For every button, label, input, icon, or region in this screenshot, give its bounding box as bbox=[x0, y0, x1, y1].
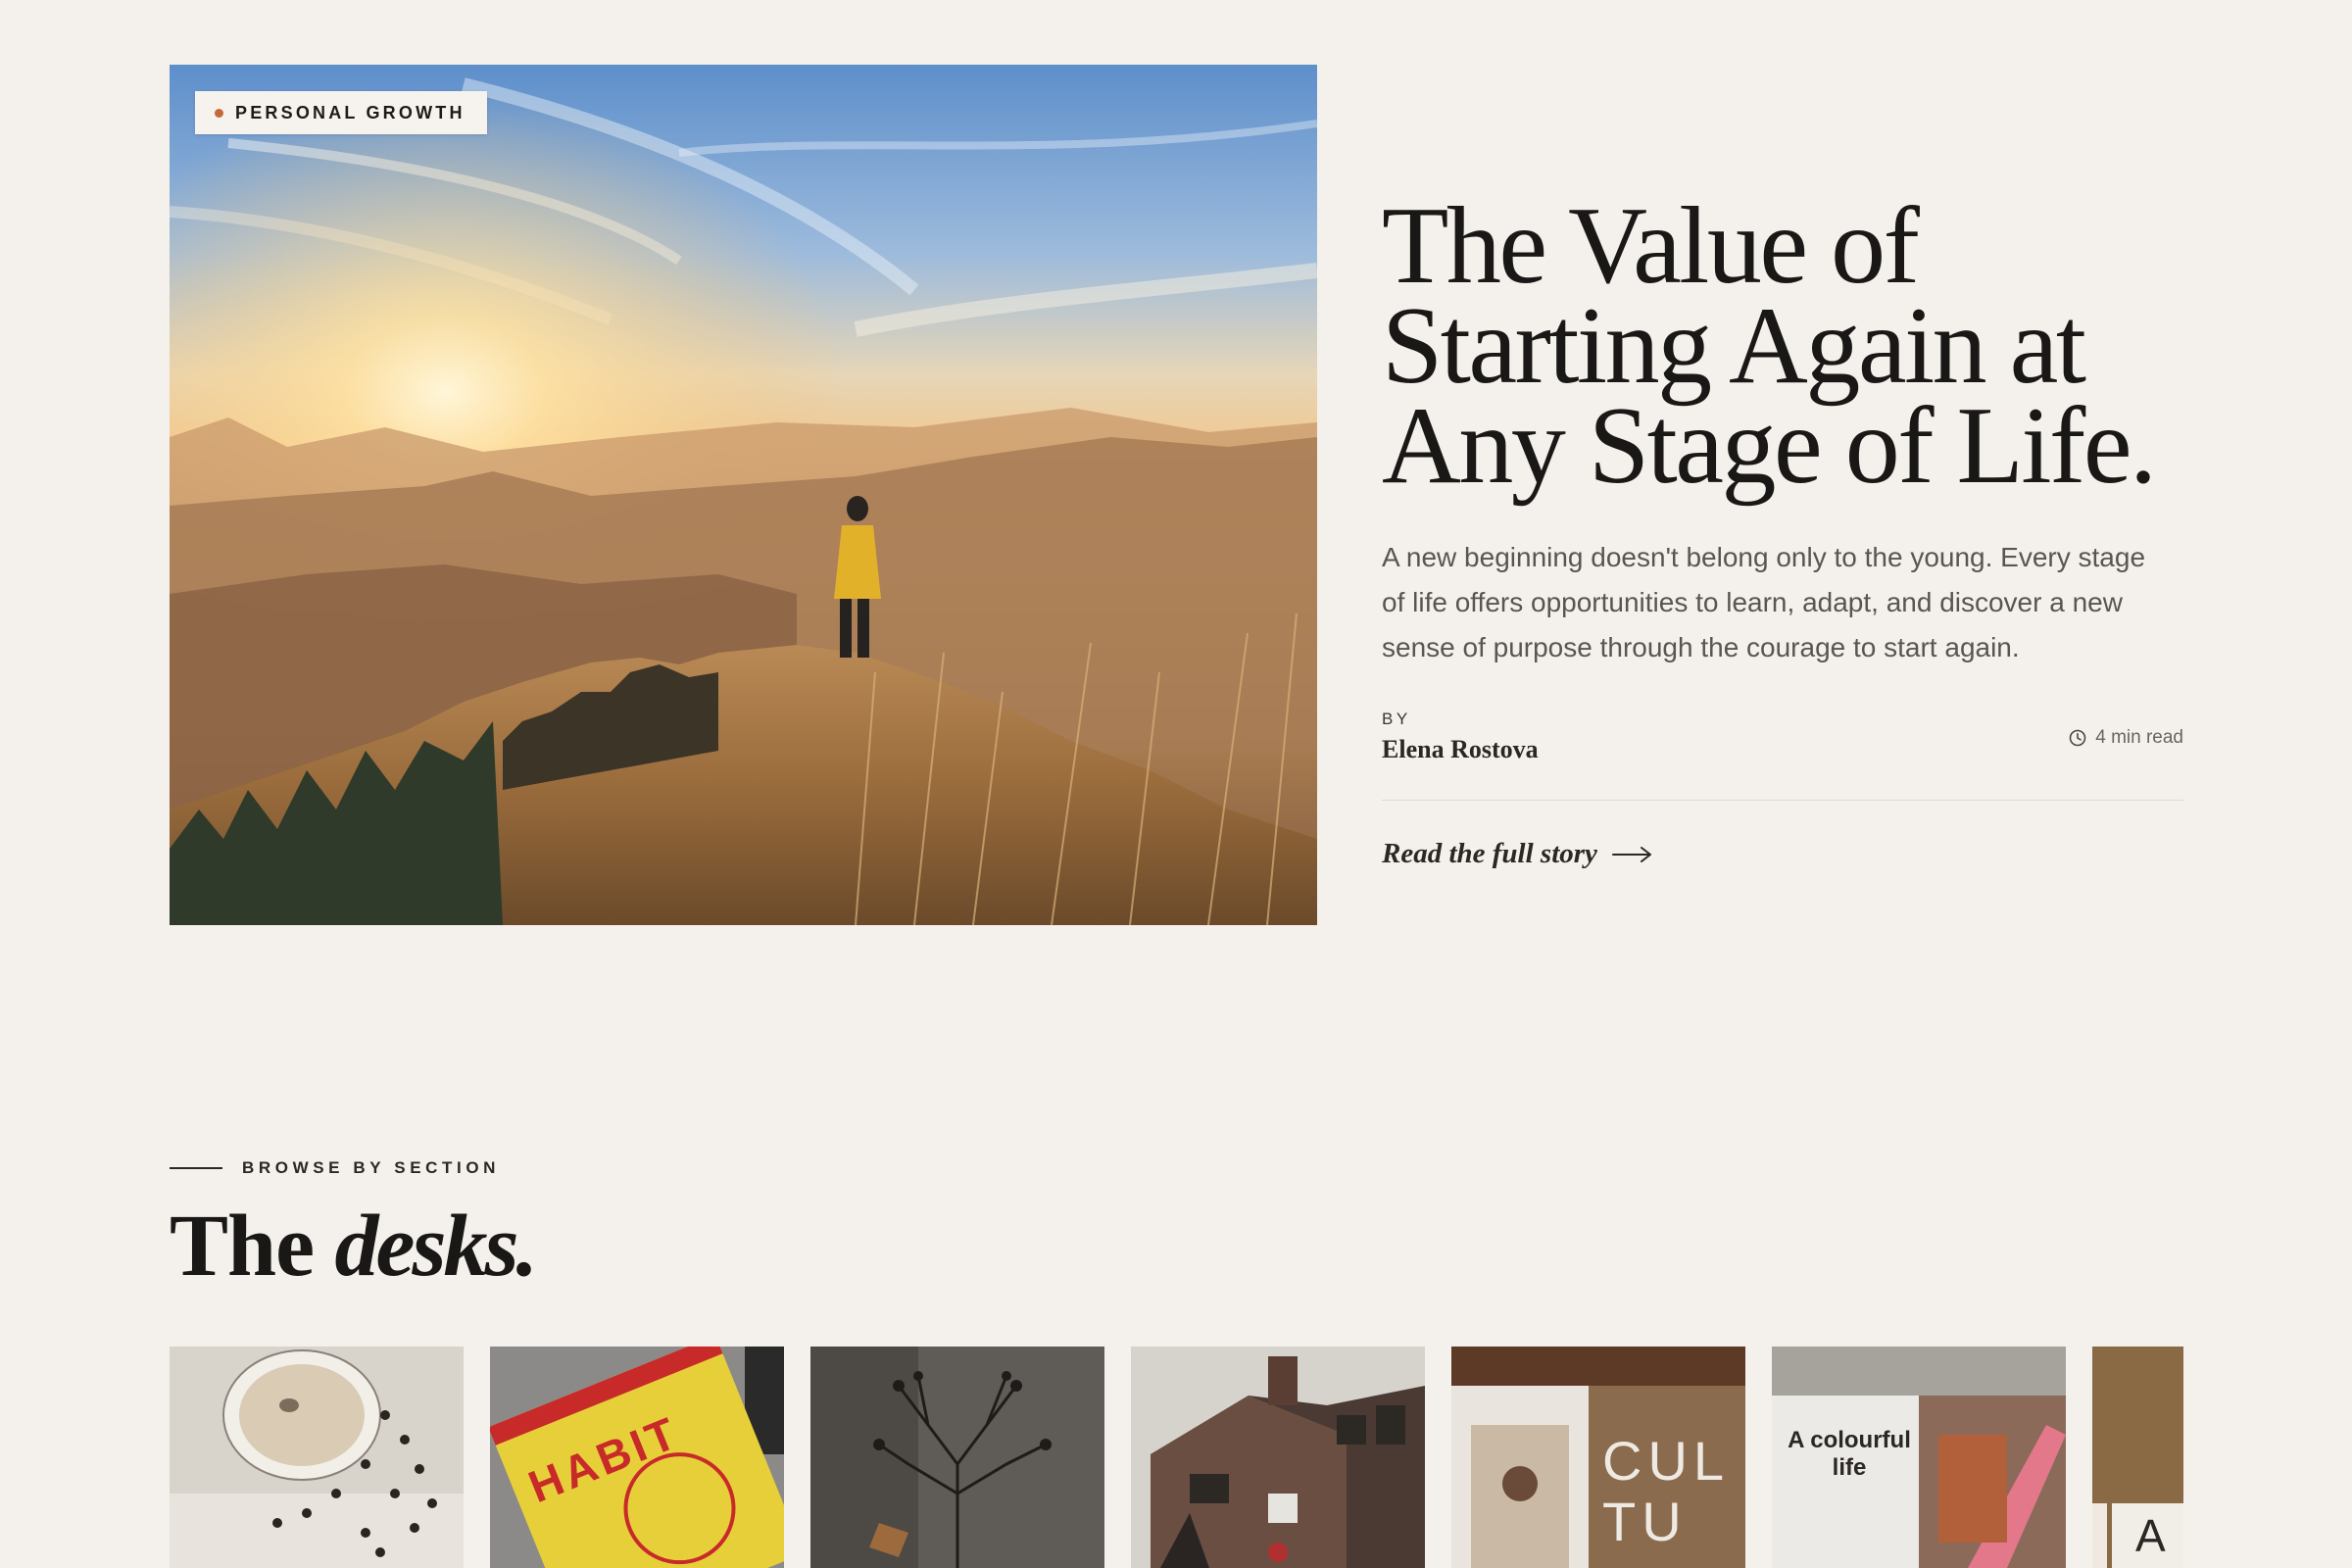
category-dot-icon bbox=[215, 108, 223, 118]
byline: BY Elena Rostova 4 min read bbox=[1382, 710, 2183, 778]
section-title: The desks. bbox=[170, 1198, 538, 1296]
by-label: BY bbox=[1382, 710, 1411, 728]
brick-house-image bbox=[1131, 1347, 1425, 1568]
article-deck: A new beginning doesn't belong only to t… bbox=[1382, 542, 2146, 662]
read-full-story-link[interactable]: Read the full story bbox=[1382, 838, 1654, 870]
desk-card-habit-book[interactable]: HABIT bbox=[490, 1347, 784, 1568]
desk-card-letter-tile[interactable]: A bbox=[2092, 1347, 2183, 1568]
read-more-label: Read the full story bbox=[1382, 838, 1597, 869]
section-title-emphasis: desks. bbox=[334, 1198, 538, 1295]
category-tag[interactable]: PERSONAL GROWTH bbox=[195, 91, 487, 134]
article-headline[interactable]: The Value of Starting Again at Any Stage… bbox=[1382, 191, 2183, 501]
feature-article: The Value of Starting Again at Any Stage… bbox=[1382, 191, 2183, 870]
desk-card-colourful-life[interactable]: A colourful life bbox=[1772, 1347, 2066, 1568]
category-label: PERSONAL GROWTH bbox=[235, 102, 466, 122]
browse-eyebrow: BROWSE BY SECTION bbox=[170, 1158, 500, 1178]
culture-cover-text: CUL TU bbox=[1602, 1430, 1728, 1552]
desk-card-branch[interactable] bbox=[810, 1347, 1104, 1568]
clock-icon bbox=[2069, 729, 2086, 747]
eyebrow-rule bbox=[170, 1167, 222, 1169]
read-time: 4 min read bbox=[2068, 727, 2183, 749]
eyebrow-label: BROWSE BY SECTION bbox=[242, 1158, 501, 1177]
colourful-life-cover-text: A colourful life bbox=[1788, 1427, 1911, 1481]
desk-cards-row: HABIT CUL TU A colourful life A bbox=[170, 1347, 2183, 1568]
divider bbox=[1382, 800, 2183, 801]
desk-card-coffee[interactable] bbox=[170, 1347, 464, 1568]
letter-tile-text: A bbox=[2135, 1510, 2166, 1561]
dried-branch-image bbox=[810, 1347, 1104, 1568]
desk-card-culture[interactable]: CUL TU bbox=[1451, 1347, 1745, 1568]
coffee-cup-image bbox=[170, 1347, 464, 1568]
page: PERSONAL GROWTH The Value of Starting Ag… bbox=[0, 0, 2352, 1568]
author-name[interactable]: Elena Rostova bbox=[1382, 735, 2183, 764]
section-title-prefix: The bbox=[170, 1198, 315, 1295]
read-time-label: 4 min read bbox=[2095, 727, 2183, 748]
feature-image[interactable]: PERSONAL GROWTH bbox=[170, 65, 1317, 925]
desk-card-house[interactable] bbox=[1131, 1347, 1425, 1568]
arrow-right-icon bbox=[1611, 846, 1651, 862]
mountain-sunrise-photo bbox=[170, 65, 1317, 925]
